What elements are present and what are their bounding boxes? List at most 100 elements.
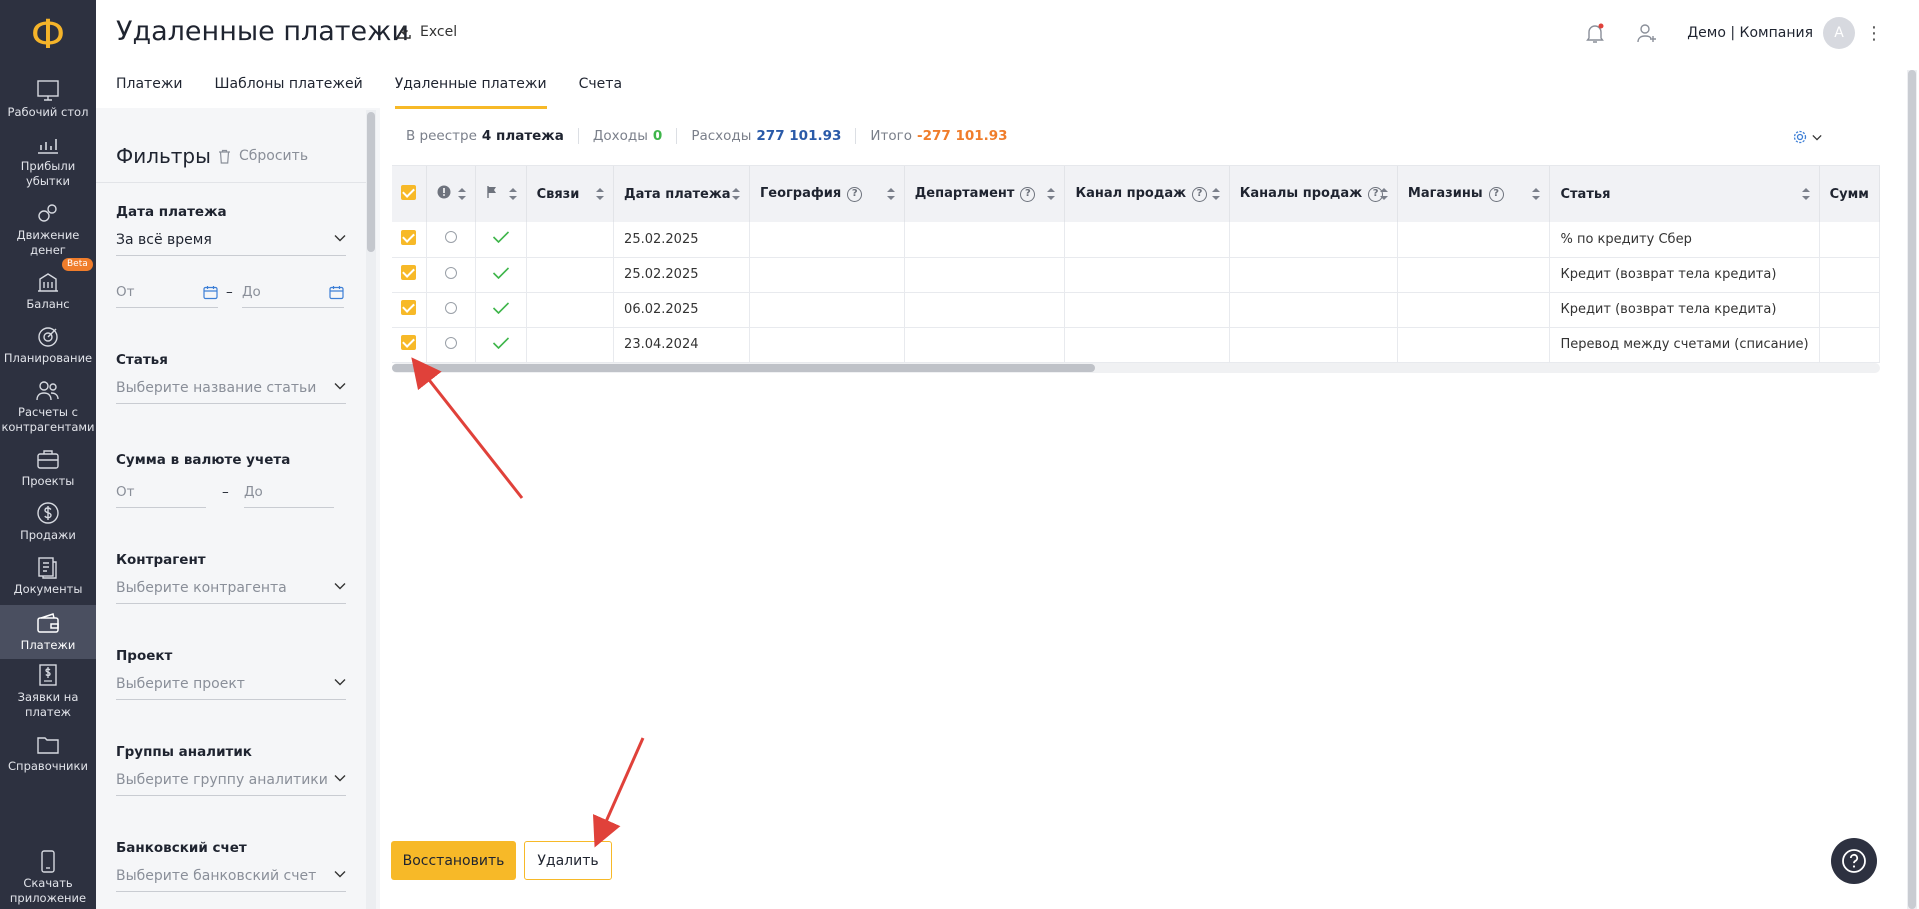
sum-to-placeholder: До bbox=[244, 484, 263, 500]
tab-item[interactable]: Платежи bbox=[116, 76, 183, 109]
table-row[interactable]: 06.02.2025 Кредит (возврат тела кредита) bbox=[392, 292, 1880, 328]
reset-filters-button[interactable]: Сбросить bbox=[218, 148, 308, 164]
scroll-thumb[interactable] bbox=[1908, 70, 1916, 909]
sort-icon[interactable] bbox=[886, 186, 896, 202]
help-button[interactable] bbox=[1831, 838, 1877, 884]
channel-cell bbox=[1064, 327, 1230, 363]
delete-button[interactable]: Удалить bbox=[524, 841, 612, 880]
app-logo[interactable]: Ф bbox=[0, 10, 96, 60]
sidebar-item[interactable]: Заявки на платеж bbox=[0, 659, 96, 721]
tab-item[interactable]: Шаблоны платежей bbox=[215, 76, 363, 109]
help-icon[interactable]: ? bbox=[1192, 187, 1208, 202]
status-header[interactable] bbox=[426, 166, 477, 222]
select-all-checkbox[interactable] bbox=[401, 184, 416, 200]
table-horizontal-scrollbar[interactable] bbox=[392, 363, 1880, 373]
status-radio[interactable] bbox=[445, 301, 458, 314]
column-header[interactable]: Дата платежа bbox=[613, 166, 750, 222]
column-header[interactable]: Каналы продаж? bbox=[1229, 166, 1398, 222]
sort-icon[interactable] bbox=[1801, 186, 1811, 202]
gear-icon bbox=[1793, 130, 1807, 144]
sidebar-item-label: Планирование bbox=[3, 351, 93, 365]
channels-cell bbox=[1229, 327, 1398, 363]
excel-export-button[interactable]: Excel bbox=[396, 24, 457, 40]
row-checkbox[interactable] bbox=[401, 229, 416, 245]
sidebar-item[interactable]: Движение денег bbox=[0, 197, 96, 259]
sum-from-input[interactable]: От bbox=[116, 482, 206, 508]
sort-icon[interactable] bbox=[508, 186, 518, 202]
sum-to-input[interactable]: До bbox=[244, 482, 334, 508]
sort-icon[interactable] bbox=[1531, 186, 1541, 202]
sidebar-item[interactable]: Платежи bbox=[0, 605, 96, 659]
column-header-label: Статья bbox=[1560, 186, 1611, 202]
sort-icon[interactable] bbox=[1211, 186, 1221, 202]
column-header[interactable]: Сумм bbox=[1819, 166, 1880, 222]
flag-header[interactable] bbox=[475, 166, 527, 222]
chevron-down-icon bbox=[334, 583, 346, 590]
sort-icon[interactable] bbox=[457, 186, 467, 202]
tab-item[interactable]: Счета bbox=[579, 76, 622, 109]
sort-icon[interactable] bbox=[731, 186, 741, 202]
sidebar-item[interactable]: Баланс bbox=[0, 266, 96, 314]
column-header[interactable]: Магазины? bbox=[1397, 166, 1551, 222]
groups-select[interactable]: Выберите группу аналитики bbox=[116, 770, 346, 796]
column-header[interactable]: География? bbox=[749, 166, 905, 222]
calendar-icon[interactable] bbox=[329, 285, 344, 300]
sort-icon[interactable] bbox=[1379, 186, 1389, 202]
help-icon[interactable]: ? bbox=[847, 187, 863, 202]
date-to-input[interactable]: До bbox=[242, 282, 344, 308]
sort-icon[interactable] bbox=[1046, 186, 1056, 202]
calendar-icon[interactable] bbox=[203, 285, 218, 300]
column-header[interactable]: Департамент? bbox=[904, 166, 1066, 222]
filters-panel: Фильтры Сбросить Дата платежа За всё вре… bbox=[96, 108, 380, 909]
status-radio[interactable] bbox=[445, 336, 458, 349]
company-name[interactable]: Демо | Компания bbox=[1687, 25, 1813, 41]
row-checkbox[interactable] bbox=[401, 300, 416, 315]
article-select[interactable]: Выберите название статьи bbox=[116, 378, 346, 404]
column-header[interactable]: Связи bbox=[526, 166, 615, 222]
sidebar-item[interactable]: Расчеты с контрагентами bbox=[0, 374, 96, 436]
table-row[interactable]: 23.04.2024 Перевод между счетами (списани… bbox=[392, 327, 1880, 363]
geography-cell bbox=[749, 222, 905, 258]
contractor-select[interactable]: Выберите контрагента bbox=[116, 578, 346, 604]
sidebar-item-label: Рабочий стол bbox=[7, 105, 89, 119]
sidebar-item[interactable]: Продажи bbox=[0, 497, 96, 545]
notification-bell-icon[interactable] bbox=[1583, 21, 1607, 45]
status-radio[interactable] bbox=[445, 266, 458, 279]
row-checkbox[interactable] bbox=[401, 265, 416, 280]
column-header-label: Каналы продаж bbox=[1239, 186, 1363, 201]
filters-scrollbar[interactable] bbox=[366, 110, 376, 909]
table-settings-button[interactable] bbox=[1792, 128, 1832, 146]
table-row[interactable]: 25.02.2025 % по кредиту Сбер bbox=[392, 222, 1880, 258]
help-icon[interactable]: ? bbox=[1488, 187, 1504, 202]
date-period-select[interactable]: За всё время bbox=[116, 230, 346, 256]
column-header[interactable]: Статья bbox=[1549, 166, 1820, 222]
sidebar-item[interactable]: Прибыли убытки bbox=[0, 128, 96, 190]
page-scrollbar[interactable] bbox=[1907, 70, 1917, 909]
scroll-thumb[interactable] bbox=[367, 112, 375, 252]
date-from-input[interactable]: От bbox=[116, 282, 218, 308]
bank-select[interactable]: Выберите банковский счет bbox=[116, 866, 346, 892]
page-title: Удаленные платежи bbox=[116, 16, 410, 47]
row-checkbox[interactable] bbox=[401, 335, 416, 350]
column-header[interactable]: Канал продаж? bbox=[1064, 166, 1230, 222]
sidebar-item[interactable]: Проекты bbox=[0, 443, 96, 491]
sidebar-item[interactable]: Документы bbox=[0, 551, 96, 599]
sidebar-item[interactable]: Рабочий стол bbox=[0, 74, 96, 122]
article-cell: Перевод между счетами (списание) bbox=[1549, 327, 1820, 363]
tab-item[interactable]: Удаленные платежи bbox=[394, 76, 547, 109]
sidebar-item[interactable]: Планирование bbox=[0, 320, 96, 368]
help-icon[interactable]: ? bbox=[1020, 187, 1036, 202]
divider bbox=[96, 182, 366, 183]
more-menu-icon[interactable]: ⋮ bbox=[1865, 23, 1883, 44]
avatar[interactable]: А bbox=[1823, 17, 1855, 49]
status-radio[interactable] bbox=[445, 231, 458, 244]
scroll-thumb[interactable] bbox=[392, 364, 1095, 372]
restore-button[interactable]: Восстановить bbox=[391, 841, 516, 880]
add-user-icon[interactable] bbox=[1635, 21, 1659, 45]
sidebar-item[interactable]: Справочники bbox=[0, 728, 96, 776]
project-select[interactable]: Выберите проект bbox=[116, 674, 346, 700]
sort-icon[interactable] bbox=[595, 186, 605, 202]
sidebar-item[interactable]: Скачать приложение bbox=[0, 845, 96, 905]
table-row[interactable]: 25.02.2025 Кредит (возврат тела кредита) bbox=[392, 257, 1880, 293]
status-cell bbox=[426, 327, 477, 363]
